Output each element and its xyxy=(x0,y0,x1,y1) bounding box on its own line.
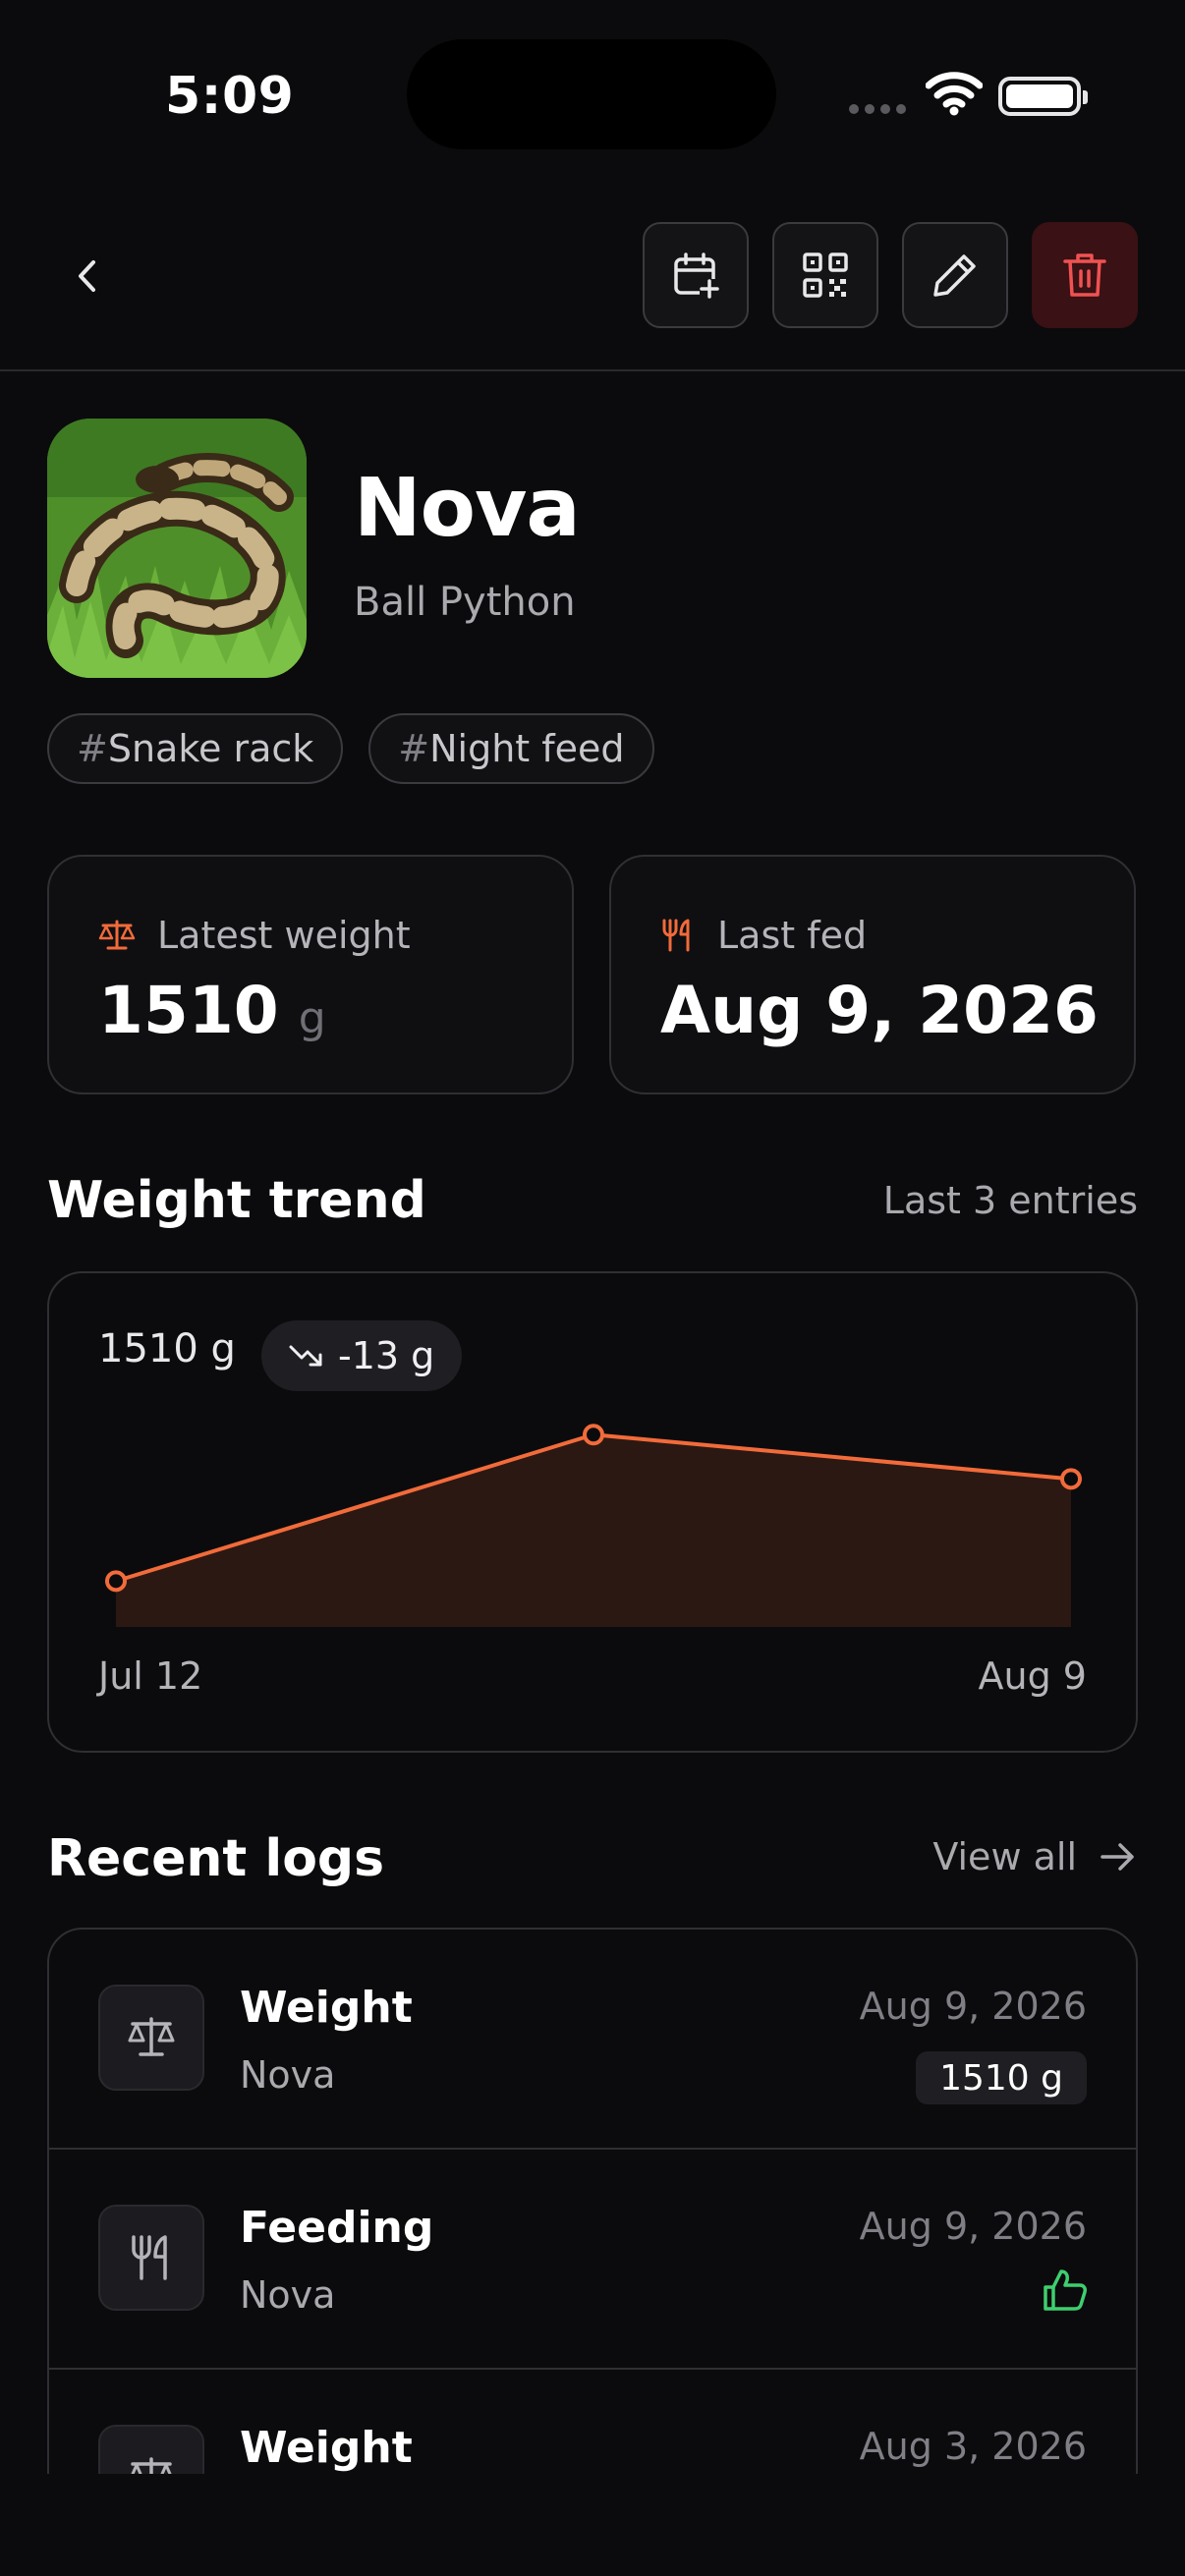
weight-trend-title: Weight trend xyxy=(47,1171,426,1230)
view-all-label: View all xyxy=(932,1835,1077,1878)
view-all-link[interactable]: View all xyxy=(932,1835,1138,1878)
log-item[interactable]: Feeding Nova Aug 9, 2026 xyxy=(49,2150,1136,2370)
last-fed-label: Last fed xyxy=(717,914,868,957)
arrow-right-icon xyxy=(1100,1843,1134,1871)
log-type: Weight xyxy=(240,1983,413,2033)
pet-name: Nova xyxy=(354,462,581,555)
tag-night-feed[interactable]: # Night feed xyxy=(368,713,654,784)
cellular-signal-icon xyxy=(849,104,906,114)
pet-species: Ball Python xyxy=(354,580,576,625)
edit-button[interactable] xyxy=(902,222,1008,328)
add-event-button[interactable] xyxy=(643,222,749,328)
battery-icon xyxy=(998,77,1088,116)
latest-weight-unit: g xyxy=(298,993,326,1043)
tag-label: Snake rack xyxy=(107,727,314,770)
last-fed-card: Last fed Aug 9, 2026 xyxy=(609,855,1136,1094)
tag-snake-rack[interactable]: # Snake rack xyxy=(47,713,344,784)
chart-end-date: Aug 9 xyxy=(978,1654,1087,1698)
weight-trend-range: Last 3 entries xyxy=(882,1179,1138,1222)
log-item[interactable]: Weight Nova Aug 9, 2026 1510 g xyxy=(49,1930,1136,2150)
log-type: Feeding xyxy=(240,2203,434,2253)
latest-weight-value: 1510 xyxy=(98,973,279,1048)
pet-photo xyxy=(47,419,307,678)
latest-weight-label: Latest weight xyxy=(157,914,411,957)
tag-hash: # xyxy=(77,727,108,770)
trend-point xyxy=(583,1424,604,1446)
dynamic-island xyxy=(407,39,776,149)
latest-weight-card: Latest weight 1510 g xyxy=(47,855,574,1094)
wifi-icon xyxy=(926,72,983,116)
log-icon-box xyxy=(98,1985,204,2091)
log-icon-box xyxy=(98,2205,204,2311)
qr-code-button[interactable] xyxy=(772,222,878,328)
scale-icon xyxy=(98,920,136,950)
tag-list: # Snake rack # Night feed xyxy=(47,713,654,784)
thumbs-up-icon xyxy=(1044,2269,1087,2311)
status-time: 5:09 xyxy=(165,67,295,126)
log-type: Weight xyxy=(240,2423,413,2473)
log-date: Aug 3, 2026 xyxy=(859,2425,1087,2468)
trend-point xyxy=(1060,1468,1082,1490)
trend-plot xyxy=(105,1424,1082,1627)
recent-logs-title: Recent logs xyxy=(47,1829,385,1888)
tag-hash: # xyxy=(398,727,430,770)
header-divider xyxy=(0,369,1185,371)
pencil-icon xyxy=(933,254,976,297)
trash-icon xyxy=(1063,253,1106,297)
utensils-icon xyxy=(132,2235,167,2280)
utensils-icon xyxy=(662,919,690,952)
last-fed-value: Aug 9, 2026 xyxy=(660,973,1099,1048)
scale-icon xyxy=(128,2017,175,2056)
chevron-left-icon xyxy=(79,260,95,292)
delete-button[interactable] xyxy=(1032,222,1138,328)
tag-label: Night feed xyxy=(429,727,625,770)
weight-trend-chart: 1510 g -13 g Jul 12 Aug 9 xyxy=(47,1271,1138,1753)
log-date: Aug 9, 2026 xyxy=(859,2205,1087,2248)
log-weight-badge: 1510 g xyxy=(916,2051,1087,2104)
trend-point xyxy=(105,1570,127,1593)
log-date: Aug 9, 2026 xyxy=(859,1985,1087,2028)
bottom-safe-area xyxy=(0,2474,1185,2576)
back-button[interactable] xyxy=(49,222,128,330)
chart-start-date: Jul 12 xyxy=(98,1654,203,1698)
log-pet: Nova xyxy=(240,2273,336,2317)
qr-code-icon xyxy=(803,252,848,298)
log-pet: Nova xyxy=(240,2053,336,2097)
calendar-plus-icon xyxy=(674,252,719,299)
trend-area xyxy=(116,1434,1071,1627)
